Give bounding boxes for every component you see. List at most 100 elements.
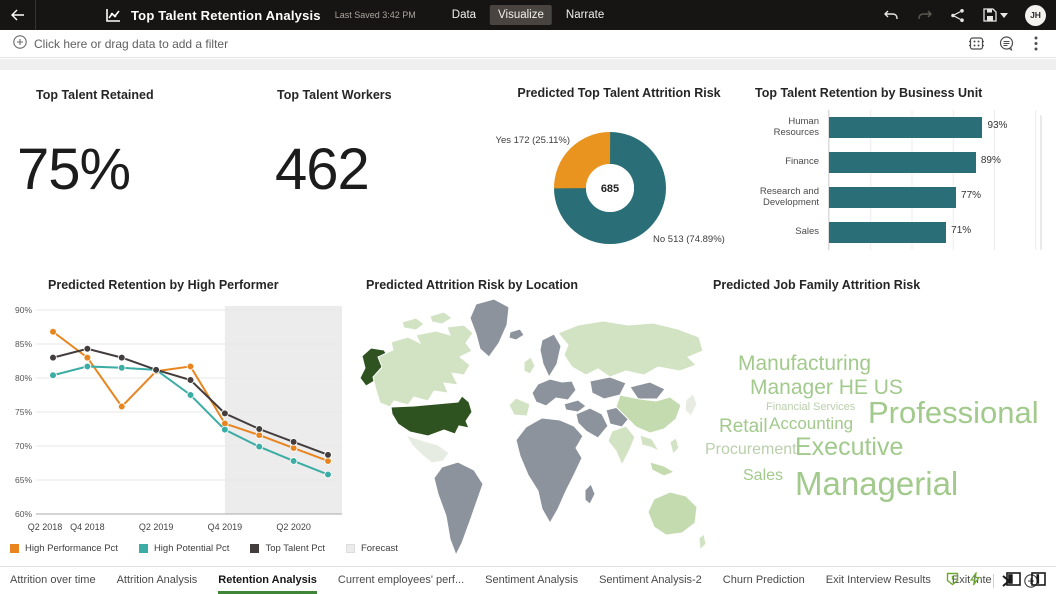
back-button[interactable] [0,0,36,30]
map-region-turkey[interactable] [564,400,586,412]
share-icon[interactable] [949,7,965,23]
report-alert-icon[interactable] [946,572,959,591]
data-point[interactable] [290,458,297,465]
map-region-indonesia[interactable] [650,462,674,476]
save-menu-button[interactable] [982,7,1008,23]
data-point[interactable] [118,403,125,410]
report-chart-icon [106,8,121,22]
sheet-tab[interactable]: Sentiment Analysis-2 [599,567,702,594]
sheet-tab[interactable]: Attrition Analysis [117,567,198,594]
wordcloud-word[interactable]: Professional [868,397,1039,428]
kebab-menu-icon[interactable] [1028,36,1044,52]
nav-visualize[interactable]: Visualize [490,5,552,25]
kpi-retained-value[interactable]: 75% [17,136,130,203]
bar-finance[interactable] [829,152,976,173]
map-region-madagascar[interactable] [585,484,595,504]
sheet-tab[interactable]: Current employees' perf... [338,567,464,594]
data-point[interactable] [187,377,194,384]
map-region-se-asia[interactable] [640,435,659,451]
data-point[interactable] [221,426,228,433]
kpi-retained-title: Top Talent Retained [36,88,154,102]
map-region-iceland[interactable] [509,329,524,340]
app-header: Top Talent Retention Analysis Last Saved… [0,0,1056,30]
wordcloud-word[interactable]: Procurement [705,442,797,458]
sheet-tab[interactable]: Churn Prediction [723,567,805,594]
data-point[interactable] [118,364,125,371]
map-region-mongolia[interactable] [630,382,665,399]
nav-data[interactable]: Data [444,5,484,25]
map-region-philippines[interactable] [670,438,679,454]
bar-human-resources[interactable] [829,117,982,138]
map-region-australia[interactable] [648,492,697,535]
data-point[interactable] [221,410,228,417]
map-region-uk[interactable] [524,357,535,374]
map-region-south-america[interactable] [434,462,483,555]
map-region-canada[interactable] [373,325,473,407]
app-window: Top Talent Retention Analysis Last Saved… [0,0,1056,594]
data-point[interactable] [187,363,194,370]
avatar[interactable]: JH [1025,5,1046,26]
sheet-tab[interactable]: Attrition over time [10,567,96,594]
data-point[interactable] [325,471,332,478]
data-point[interactable] [325,451,332,458]
wordcloud-word[interactable]: Financial Services [766,402,855,413]
comments-icon[interactable] [998,36,1014,52]
canvas-scrollbar[interactable] [1040,115,1042,250]
wordcloud-word[interactable]: Accounting [769,415,853,432]
bar-row: 77% [829,180,1048,215]
data-point[interactable] [290,439,297,446]
data-point[interactable] [84,354,91,361]
bar-research-and-development[interactable] [829,187,956,208]
map-region-mexico[interactable] [406,435,449,463]
map-region-scandinavia[interactable] [540,334,561,377]
sheet-tab[interactable]: Retention Analysis [218,567,317,594]
map-region-arctic-island[interactable] [402,318,424,330]
nav-narrate[interactable]: Narrate [558,5,612,25]
data-point[interactable] [153,366,160,373]
sheet-tab[interactable]: Exit Interview Results [826,567,931,594]
data-point[interactable] [256,443,263,450]
canvas-top-gutter [0,59,1056,70]
data-point[interactable] [50,354,57,361]
map-region-arctic-island[interactable] [430,312,452,324]
map-region-greenland[interactable] [470,299,509,357]
map-region-russia[interactable] [558,321,703,377]
left-pane-toggle-icon[interactable] [1006,572,1021,591]
data-point[interactable] [84,345,91,352]
data-point[interactable] [256,426,263,433]
page-tab-bar: Attrition over time Attrition Analysis Ret… [0,566,1056,594]
wordcloud-word[interactable]: Retail [719,417,768,436]
map-region-india[interactable] [608,426,635,465]
data-point[interactable] [187,392,194,399]
map-region-japan[interactable] [685,394,697,416]
add-filter-control[interactable]: Click here or drag data to add a filter [13,35,228,52]
sheet-tab[interactable]: Sentiment Analysis [485,567,578,594]
back-arrow-icon [10,9,25,21]
legend-item[interactable]: Top Talent Pct [250,543,325,554]
data-grid-icon[interactable] [968,36,984,52]
map-region-iberia[interactable] [509,398,530,416]
y-tick-label: 75% [15,407,32,417]
wordcloud-word[interactable]: Manufacturing [738,353,871,374]
wordcloud-word[interactable]: Sales [743,468,783,484]
legend-label: High Performance Pct [25,543,118,554]
data-point[interactable] [118,354,125,361]
data-point[interactable] [50,328,57,335]
undo-icon[interactable] [883,7,899,23]
data-point[interactable] [84,363,91,370]
data-point[interactable] [50,372,57,379]
legend-item[interactable]: High Potential Pct [139,543,230,554]
x-tick-label: Q4 2019 [208,522,243,532]
map-region-africa[interactable] [516,418,583,523]
quick-actions-lightning-icon[interactable] [969,572,981,591]
legend-item[interactable]: High Performance Pct [10,543,118,554]
wordcloud-word[interactable]: Managerial [795,467,958,500]
redo-icon[interactable] [916,7,932,23]
legend-label: High Potential Pct [154,543,230,554]
bar-row: 89% [829,145,1048,180]
right-pane-toggle-icon[interactable] [1031,572,1046,591]
bar-sales[interactable] [829,222,946,243]
kpi-workers-value[interactable]: 462 [275,136,369,203]
bar-value-label: 89% [981,155,1001,166]
wordcloud-word[interactable]: Executive [795,435,903,460]
